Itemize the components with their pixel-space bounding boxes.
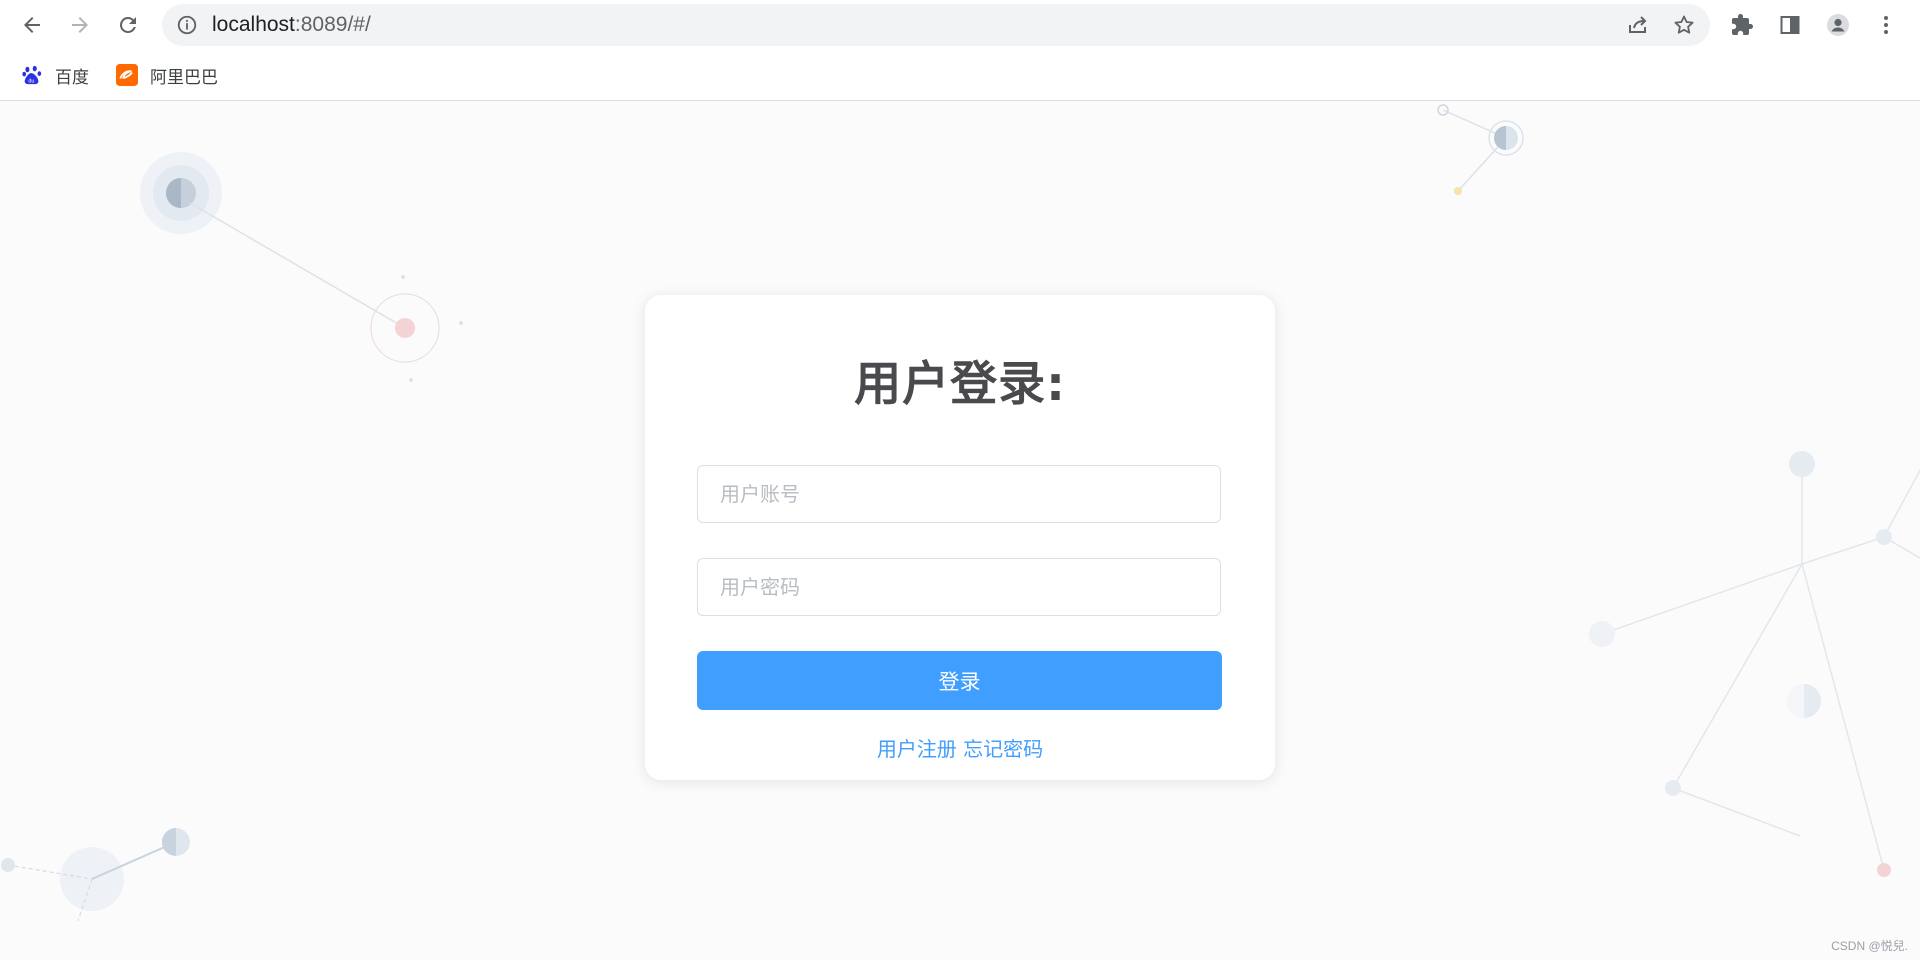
profile-avatar-icon [1827,14,1849,36]
forward-arrow-icon [72,17,88,33]
bookmark-label: 百度 [55,67,89,87]
login-title: 用户登录: [854,357,1066,412]
bookmark-alibaba[interactable]: 阿里巴巴 [116,61,218,89]
forward-button[interactable] [62,7,98,43]
back-button[interactable] [14,7,50,43]
url-text[interactable]: localhost:8089/#/ [212,4,371,46]
profile-button[interactable] [1820,7,1856,43]
share-icon[interactable] [1626,13,1650,37]
svg-text:du: du [28,78,34,84]
auth-links: 用户注册 忘记密码 [645,733,1275,762]
bookmark-label: 阿里巴巴 [150,67,218,87]
password-input[interactable] [697,558,1221,616]
alibaba-icon [116,64,138,86]
browser-toolbar: localhost:8089/#/ [0,0,1920,50]
extensions-button[interactable] [1724,7,1760,43]
bookmark-star-icon[interactable] [1672,13,1696,37]
side-panel-button[interactable] [1772,7,1808,43]
bookmarks-bar: du 百度 阿里巴巴 [0,50,1920,101]
bookmark-baidu[interactable]: du 百度 [21,61,89,89]
menu-button[interactable] [1868,7,1904,43]
login-card: 用户登录: 登录 用户注册 忘记密码 [645,295,1275,780]
csdn-watermark: CSDN @悦兒. [1831,939,1908,953]
puzzle-icon [1732,14,1753,35]
reload-button[interactable] [110,7,146,43]
site-info-icon[interactable] [176,14,198,36]
register-link[interactable]: 用户注册 [877,737,957,761]
login-button[interactable]: 登录 [697,651,1222,710]
login-page: 用户登录: 登录 用户注册 忘记密码 CSDN @悦兒. [0,101,1920,960]
username-input[interactable] [697,465,1221,523]
forgot-password-link[interactable]: 忘记密码 [963,737,1043,761]
reload-icon [119,16,136,33]
back-arrow-icon [24,17,40,33]
more-vert-icon [1884,16,1888,34]
baidu-paw-icon: du [21,64,43,86]
side-panel-icon [1780,16,1800,34]
address-bar[interactable]: localhost:8089/#/ [162,4,1710,46]
